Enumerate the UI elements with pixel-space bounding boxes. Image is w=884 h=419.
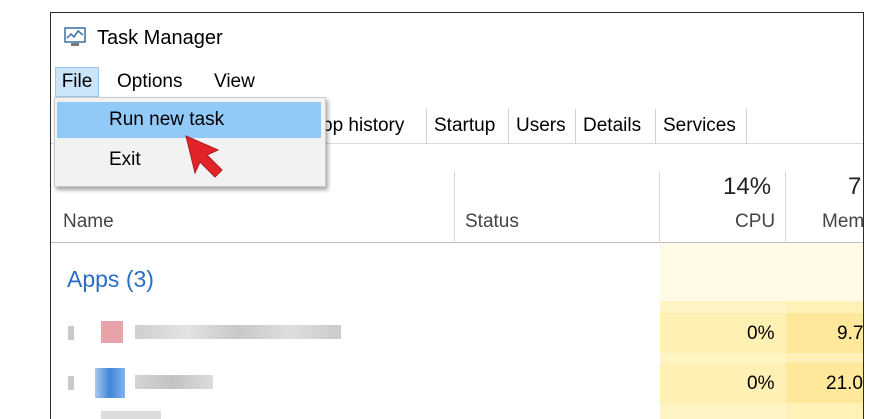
app-icon xyxy=(95,368,125,398)
tab-app-history[interactable]: pp history xyxy=(315,109,426,143)
menu-view[interactable]: View xyxy=(214,67,255,97)
menu-bar: File Options View xyxy=(51,67,863,97)
column-header-name[interactable]: Name xyxy=(63,211,114,233)
section-header-background xyxy=(660,243,863,301)
tab-details[interactable]: Details xyxy=(575,109,655,143)
window-title: Task Manager xyxy=(97,27,223,49)
cpu-value: 0% xyxy=(747,323,775,344)
app-icon xyxy=(101,321,123,343)
task-manager-window: Task Manager File Options View pp histor… xyxy=(50,12,864,419)
menu-file[interactable]: File xyxy=(55,67,99,97)
column-header-cpu[interactable]: CPU xyxy=(735,211,775,233)
apps-section-header[interactable]: Apps (3) xyxy=(67,266,154,293)
app-name-redacted xyxy=(135,325,341,339)
column-header-status[interactable]: Status xyxy=(465,211,519,233)
memory-value: 21.0 xyxy=(826,373,863,394)
tab-services[interactable]: Services xyxy=(655,109,747,143)
memory-value: 9.7 xyxy=(837,323,864,344)
column-header-memory[interactable]: Mem xyxy=(822,211,863,233)
memory-usage-percent: 7 xyxy=(848,173,862,200)
cpu-usage-percent: 14% xyxy=(723,173,772,200)
tab-users[interactable]: Users xyxy=(508,109,575,143)
pointer-arrow-icon xyxy=(185,135,223,178)
task-manager-icon xyxy=(64,27,86,46)
column-separator xyxy=(659,171,660,243)
menu-options[interactable]: Options xyxy=(117,67,182,97)
column-separator xyxy=(785,171,786,243)
app-name-redacted xyxy=(135,375,213,389)
expand-chevron-icon[interactable] xyxy=(68,376,74,390)
tab-startup[interactable]: Startup xyxy=(426,109,508,143)
title-bar: Task Manager xyxy=(51,13,863,59)
column-separator xyxy=(454,171,455,243)
cpu-value: 0% xyxy=(747,373,775,394)
expand-chevron-icon[interactable] xyxy=(68,326,74,340)
